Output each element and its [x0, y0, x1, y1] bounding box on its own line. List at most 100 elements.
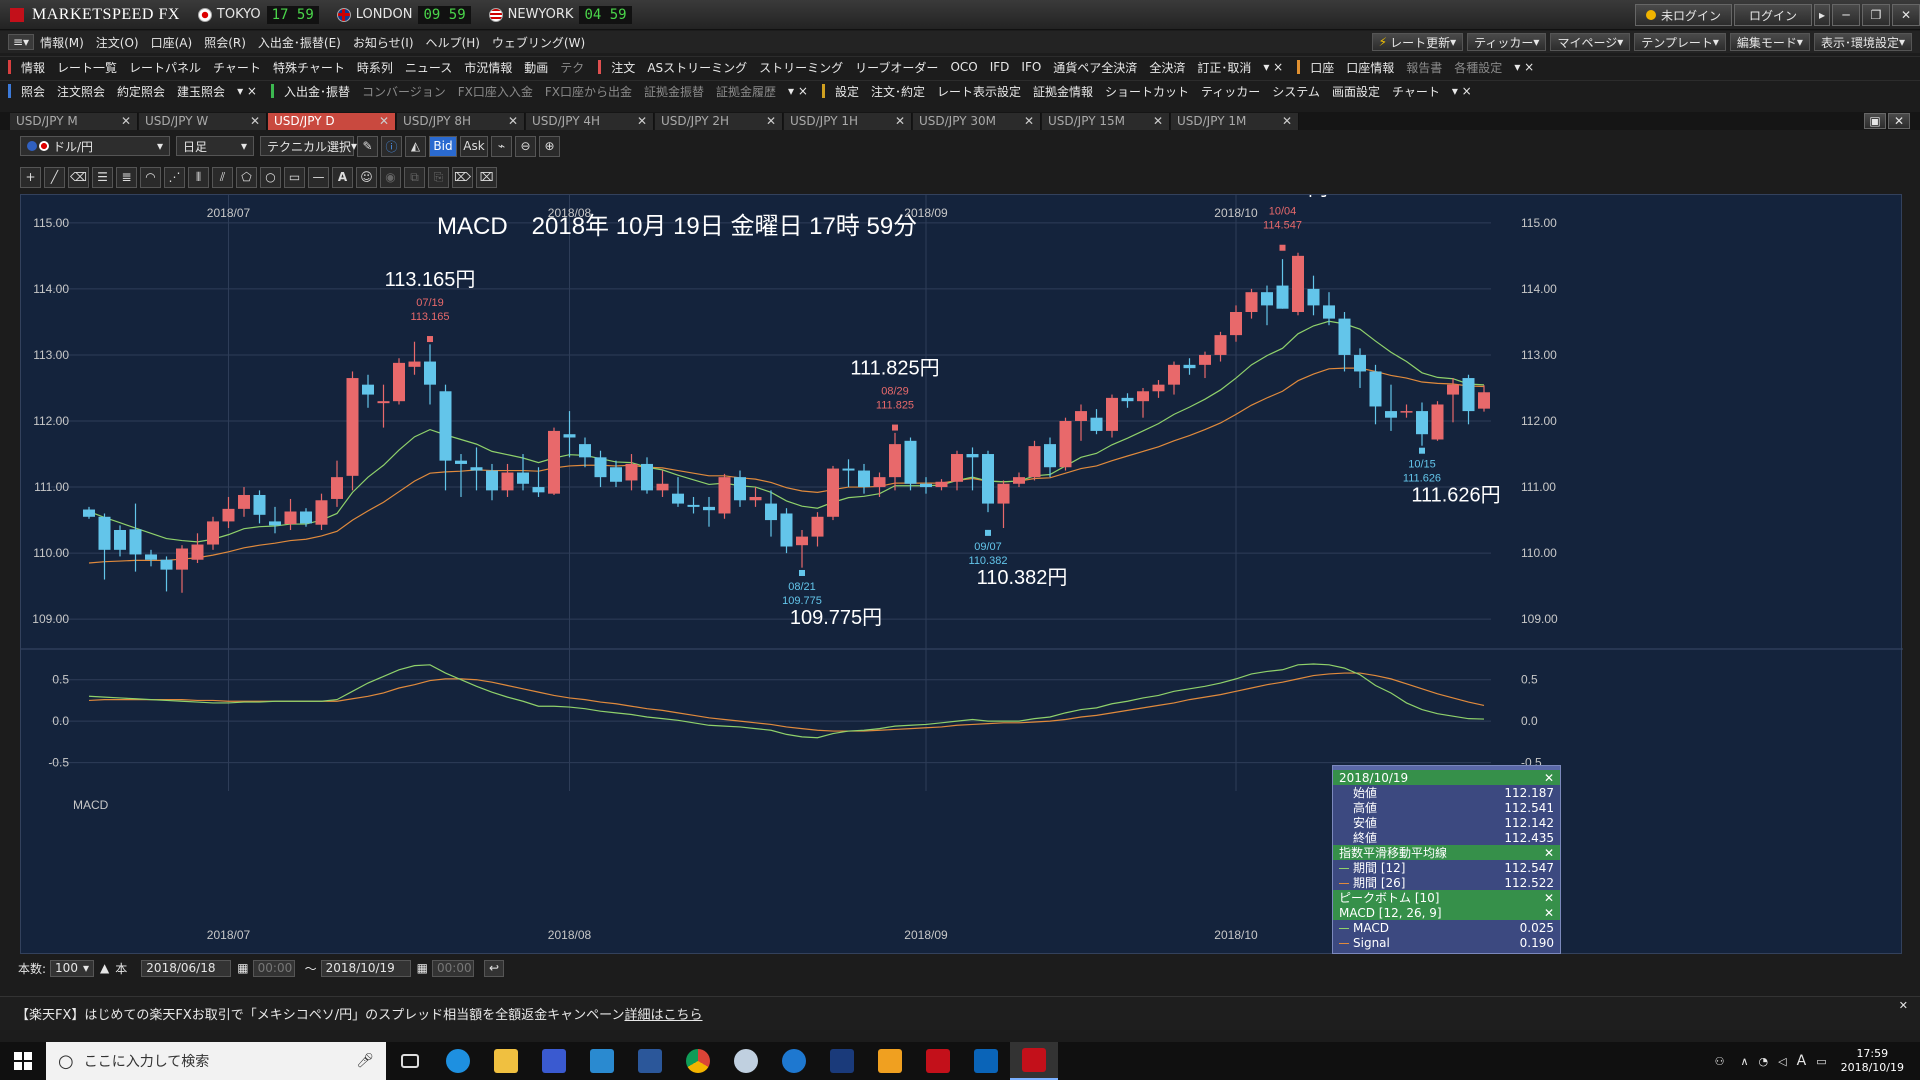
close-icon[interactable]: ✕	[1544, 906, 1554, 920]
close-icon[interactable]: ✕	[1544, 891, 1554, 905]
currency-pair-select[interactable]: ドル/円 ▾	[20, 136, 170, 156]
toolbar-margin-transfer[interactable]: 証拠金振替	[638, 83, 710, 100]
toolbar-chart[interactable]: チャート	[207, 59, 267, 76]
taskbar-search[interactable]: ○ ここに入力して検索 🎤︎	[46, 1042, 386, 1080]
count-up-icon[interactable]: ▲	[100, 961, 109, 975]
hamburger-menu-icon[interactable]: ≡▾	[8, 34, 35, 50]
end-date-input[interactable]: 2018/10/19	[320, 959, 411, 977]
calculator-app-icon[interactable]	[530, 1042, 578, 1080]
ticker-button[interactable]: ティッカー ▾	[1467, 33, 1547, 51]
crosshair-icon[interactable]: +	[20, 166, 41, 188]
eraser-icon[interactable]: ⌫	[68, 166, 89, 188]
toolbar-video[interactable]: 動画	[518, 59, 554, 76]
compare-chart-icon[interactable]: ⌁	[491, 135, 512, 157]
close-panel-icon[interactable]: ✕	[1888, 113, 1910, 129]
hline-icon[interactable]: —	[308, 166, 329, 188]
template-button[interactable]: テンプレート ▾	[1634, 33, 1726, 51]
close-tab-icon[interactable]: ✕	[379, 114, 389, 128]
menu-info[interactable]: 情報(M)	[34, 34, 90, 51]
calendar-icon[interactable]: ▦	[237, 961, 248, 975]
menu-account[interactable]: 口座(A)	[145, 34, 199, 51]
calendar-icon[interactable]: ▦	[417, 961, 428, 975]
camera-icon[interactable]: ◉	[380, 166, 401, 188]
close-tab-icon[interactable]: ✕	[121, 114, 131, 128]
toolbar-screen-settings[interactable]: 画面設定	[1326, 83, 1386, 100]
close-tab-icon[interactable]: ✕	[250, 114, 260, 128]
text-icon[interactable]: A	[332, 166, 353, 188]
login-button[interactable]: ログイン	[1734, 4, 1812, 26]
windows-start-icon[interactable]	[0, 1042, 46, 1080]
toolbar-order-inquiry[interactable]: 注文照会	[51, 83, 111, 100]
toolbar-technical[interactable]: テク	[554, 59, 590, 76]
toolbar-account-info[interactable]: 口座情報	[1340, 59, 1400, 76]
indicator-info-box[interactable]: 2018/10/19 ✕ 始値 112.187 高値 112.541 安値 112.14…	[1332, 765, 1561, 954]
tab-usdjpy-8h[interactable]: USD/JPY 8H ✕	[397, 112, 525, 130]
circle-icon[interactable]: ○	[260, 166, 281, 188]
launcher-app-icon[interactable]	[866, 1042, 914, 1080]
menu-help[interactable]: ヘルプ(H)	[420, 34, 486, 51]
restore-icon[interactable]: ❐	[1862, 4, 1890, 26]
app-icon[interactable]	[818, 1042, 866, 1080]
toolbar-ifo[interactable]: IFO	[1015, 60, 1047, 74]
toolbar-chart-settings[interactable]: チャート	[1386, 83, 1446, 100]
tab-usdjpy-w[interactable]: USD/JPY W ✕	[139, 112, 267, 130]
toolbar-system[interactable]: システム	[1266, 83, 1326, 100]
toolbar-news[interactable]: ニュース	[399, 59, 458, 76]
toolbar-pair-close-all[interactable]: 通貨ペア全決済	[1047, 59, 1143, 76]
toolbar-fx-deposit[interactable]: FX口座入入金	[452, 83, 539, 100]
toolbar-margin-history[interactable]: 証拠金履歴	[710, 83, 782, 100]
menu-inquiry[interactable]: 照会(R)	[198, 34, 252, 51]
area-chart-icon[interactable]: ◭	[405, 135, 426, 157]
clear-icon[interactable]: ⌦	[452, 166, 473, 188]
count-select[interactable]: 100 ▾	[50, 959, 95, 977]
notification-icon[interactable]: ▭	[1816, 1055, 1826, 1068]
tab-usdjpy-1m[interactable]: USD/JPY 1M ✕	[1171, 112, 1299, 130]
toolbar-conversion[interactable]: コンバージョン	[356, 83, 452, 100]
internet-explorer-icon[interactable]	[434, 1042, 482, 1080]
reset-range-icon[interactable]: ↩	[484, 959, 505, 977]
people-icon[interactable]: ⚇	[1715, 1055, 1725, 1068]
toolbar-time-series[interactable]: 時系列	[351, 59, 399, 76]
mypage-button[interactable]: マイページ ▾	[1550, 33, 1631, 51]
network-icon[interactable]: ◔	[1759, 1055, 1769, 1068]
clear-all-icon[interactable]: ⌧	[476, 166, 497, 188]
fan-icon[interactable]: ⋰	[164, 166, 185, 188]
arc-icon[interactable]: ◠	[140, 166, 161, 188]
tab-usdjpy-1h[interactable]: USD/JPY 1H ✕	[784, 112, 912, 130]
trendline-icon[interactable]: ╱	[44, 166, 65, 188]
menu-arrow-icon[interactable]: ▸	[1814, 4, 1830, 26]
menu-webring[interactable]: ウェブリング(W)	[486, 34, 591, 51]
edge-icon[interactable]	[770, 1042, 818, 1080]
end-time-input[interactable]: 00:00	[432, 959, 474, 977]
toolbar-shortcut[interactable]: ショートカット	[1099, 83, 1195, 100]
toolbar-market-info[interactable]: 市況情報	[458, 59, 518, 76]
tab-usdjpy-30m[interactable]: USD/JPY 30M ✕	[913, 112, 1041, 130]
paint-icon[interactable]	[722, 1042, 770, 1080]
start-time-input[interactable]: 00:00	[252, 959, 295, 977]
tab-usdjpy-15m[interactable]: USD/JPY 15M ✕	[1042, 112, 1170, 130]
task-view-icon[interactable]	[386, 1042, 434, 1080]
tab-usdjpy-4h[interactable]: USD/JPY 4H ✕	[526, 112, 654, 130]
close-tab-icon[interactable]: ✕	[895, 114, 905, 128]
marketspeed-fx-icon[interactable]	[1010, 1042, 1058, 1080]
file-explorer-icon[interactable]	[482, 1042, 530, 1080]
candlestick-chart[interactable]: 115.00 115.00 114.00 114.00 113.00 113.00 112.…	[21, 195, 1903, 955]
word-icon[interactable]	[626, 1042, 674, 1080]
toolbar-special-chart[interactable]: 特殊チャート	[267, 59, 351, 76]
toolbar-report[interactable]: 報告書	[1400, 59, 1448, 76]
horizontal-lines-icon[interactable]: ☰	[92, 166, 113, 188]
volume-icon[interactable]: ◁	[1778, 1055, 1786, 1068]
rate-update-button[interactable]: ⚡ レート更新 ▾	[1371, 33, 1464, 51]
start-date-input[interactable]: 2018/06/18	[141, 959, 232, 977]
tab-usdjpy-d[interactable]: USD/JPY D ✕	[268, 112, 396, 130]
toolbar-dropdown-icon[interactable]: ▾ ×	[1257, 60, 1289, 74]
toolbar-as-streaming[interactable]: ASストリーミング	[641, 59, 753, 76]
toolbar-fx-withdraw[interactable]: FX口座から出金	[539, 83, 638, 100]
pentagon-icon[interactable]: ⬠	[236, 166, 257, 188]
toolbar-dropdown-icon[interactable]: ▾ ×	[1446, 84, 1478, 98]
remote-desktop-icon[interactable]	[578, 1042, 626, 1080]
paste-icon[interactable]: ⎘	[428, 166, 449, 188]
bid-toggle[interactable]: Bid	[429, 135, 457, 157]
toolbar-close-all[interactable]: 全決済	[1143, 59, 1191, 76]
chrome-icon[interactable]	[674, 1042, 722, 1080]
